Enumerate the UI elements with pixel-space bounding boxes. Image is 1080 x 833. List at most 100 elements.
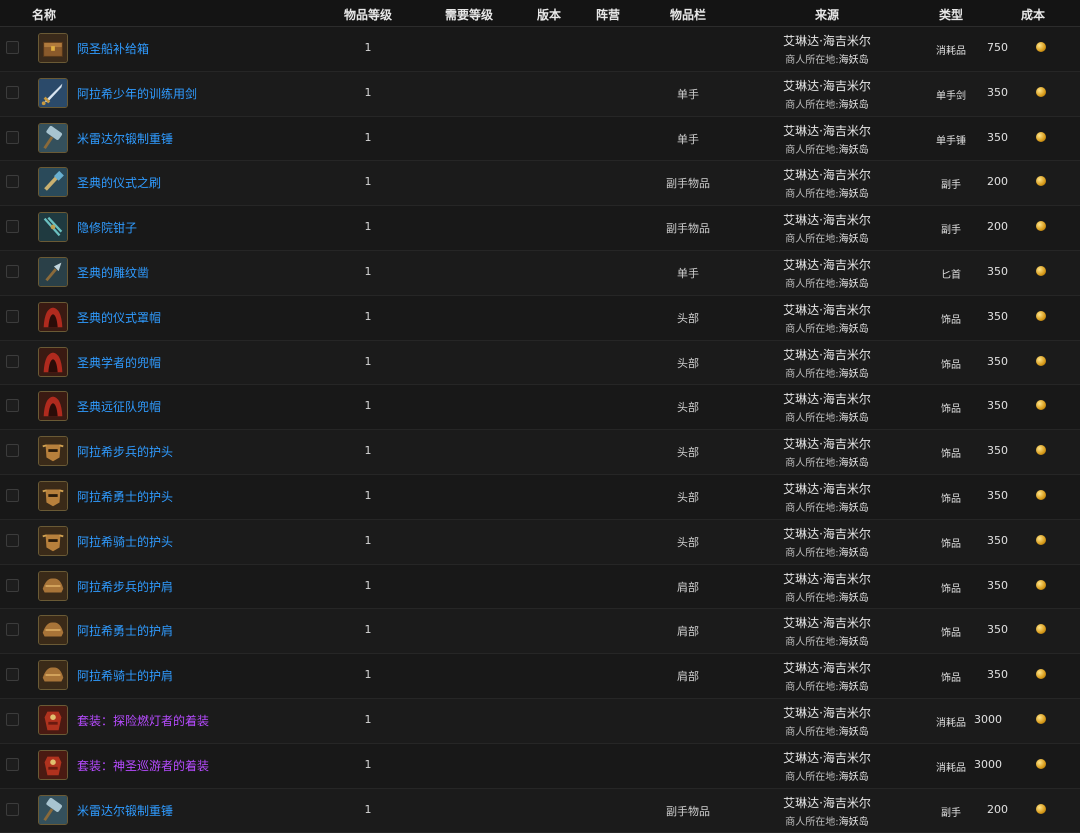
table-row[interactable]: 阿拉希骑士的护肩 1 肩部 艾琳达·海吉米尔 商人所在地:海妖岛 饰品 350: [0, 654, 1080, 699]
row-checkbox[interactable]: [6, 41, 19, 54]
brush-icon[interactable]: [38, 167, 68, 198]
hood-icon[interactable]: [38, 346, 68, 377]
item-name-link[interactable]: 圣典学者的兜帽: [77, 354, 161, 371]
vendor-name-link[interactable]: 艾琳达·海吉米尔: [783, 77, 871, 94]
vendor-name-link[interactable]: 艾琳达·海吉米尔: [783, 211, 871, 228]
vendor-zone-link[interactable]: 海妖岛: [839, 548, 869, 559]
chest-icon[interactable]: [38, 33, 68, 63]
vendor-zone-link[interactable]: 海妖岛: [839, 458, 869, 469]
table-row[interactable]: 阿拉希少年的训练用剑 1 单手 艾琳达·海吉米尔 商人所在地:海妖岛 单手剑 350: [0, 71, 1080, 117]
table-row[interactable]: 阿拉希步兵的护头 1 头部 艾琳达·海吉米尔 商人所在地:海妖岛 饰品 350: [0, 430, 1080, 475]
column-header-cost[interactable]: 成本: [1021, 6, 1045, 23]
vendor-zone-link[interactable]: 海妖岛: [839, 324, 869, 335]
ensemble-icon[interactable]: [38, 749, 68, 780]
table-row[interactable]: 套装：神圣巡游者的着装 1 艾琳达·海吉米尔 商人所在地:海妖岛 消耗品 3000: [0, 743, 1080, 789]
item-name-link[interactable]: 圣典的仪式之刷: [77, 174, 161, 191]
vendor-name-link[interactable]: 艾琳达·海吉米尔: [783, 346, 871, 363]
vendor-zone-link[interactable]: 海妖岛: [839, 234, 869, 245]
row-checkbox[interactable]: [6, 578, 19, 592]
column-header-version[interactable]: 版本: [537, 6, 561, 23]
column-header-faction[interactable]: 阵营: [596, 6, 620, 23]
item-name-link[interactable]: 米雷达尔锻制重锤: [77, 130, 173, 147]
item-name-link[interactable]: 阿拉希骑士的护肩: [77, 667, 173, 684]
table-row[interactable]: 隐修院钳子 1 副手物品 艾琳达·海吉米尔 商人所在地:海妖岛 副手 200: [0, 206, 1080, 251]
vendor-zone-link[interactable]: 海妖岛: [839, 772, 869, 783]
item-name-link[interactable]: 阿拉希步兵的护头: [77, 443, 173, 460]
vendor-zone-link[interactable]: 海妖岛: [839, 189, 869, 200]
vendor-zone-link[interactable]: 海妖岛: [839, 682, 869, 693]
item-name-link[interactable]: 隐修院钳子: [77, 219, 137, 236]
chisel-icon[interactable]: [38, 256, 68, 287]
shoulder-icon[interactable]: [38, 615, 68, 646]
table-row[interactable]: 陨圣船补给箱 1 艾琳达·海吉米尔 商人所在地:海妖岛 消耗品 750: [0, 27, 1080, 72]
item-name-link[interactable]: 阿拉希勇士的护头: [77, 488, 173, 505]
vendor-name-link[interactable]: 艾琳达·海吉米尔: [783, 794, 871, 811]
hood-icon[interactable]: [38, 391, 68, 422]
row-checkbox[interactable]: [6, 220, 19, 234]
vendor-name-link[interactable]: 艾琳达·海吉米尔: [783, 435, 871, 452]
row-checkbox[interactable]: [6, 533, 19, 547]
vendor-name-link[interactable]: 艾琳达·海吉米尔: [783, 122, 871, 139]
row-checkbox[interactable]: [6, 175, 19, 189]
vendor-zone-link[interactable]: 海妖岛: [839, 637, 869, 648]
row-checkbox[interactable]: [6, 668, 19, 682]
row-checkbox[interactable]: [6, 85, 19, 99]
item-name-link[interactable]: 米雷达尔锻制重锤: [77, 802, 173, 819]
helm-icon[interactable]: [38, 436, 68, 467]
vendor-zone-link[interactable]: 海妖岛: [839, 817, 869, 828]
vendor-name-link[interactable]: 艾琳达·海吉米尔: [783, 256, 871, 273]
vendor-zone-link[interactable]: 海妖岛: [839, 727, 869, 738]
vendor-name-link[interactable]: 艾琳达·海吉米尔: [783, 525, 871, 542]
hammer-icon[interactable]: [38, 794, 68, 825]
vendor-zone-link[interactable]: 海妖岛: [839, 55, 869, 66]
item-name-link[interactable]: 圣典远征队兜帽: [77, 398, 161, 415]
table-row[interactable]: 米雷达尔锻制重锤 1 单手 艾琳达·海吉米尔 商人所在地:海妖岛 单手锤 350: [0, 116, 1080, 162]
item-name-link[interactable]: 阿拉希骑士的护头: [77, 533, 173, 550]
item-name-link[interactable]: 阿拉希步兵的护肩: [77, 578, 173, 595]
vendor-name-link[interactable]: 艾琳达·海吉米尔: [783, 32, 871, 49]
shoulder-icon[interactable]: [38, 570, 68, 601]
item-name-link[interactable]: 套装：神圣巡游者的着装: [77, 757, 209, 774]
vendor-name-link[interactable]: 艾琳达·海吉米尔: [783, 704, 871, 721]
row-checkbox[interactable]: [6, 399, 19, 413]
vendor-zone-link[interactable]: 海妖岛: [839, 145, 869, 156]
tongs-icon[interactable]: [38, 212, 68, 243]
row-checkbox[interactable]: [6, 444, 19, 458]
item-name-link[interactable]: 阿拉希少年的训练用剑: [77, 85, 197, 102]
vendor-zone-link[interactable]: 海妖岛: [839, 413, 869, 424]
shoulder-icon[interactable]: [38, 660, 68, 691]
table-row[interactable]: 阿拉希步兵的护肩 1 肩部 艾琳达·海吉米尔 商人所在地:海妖岛 饰品 350: [0, 564, 1080, 610]
vendor-zone-link[interactable]: 海妖岛: [839, 279, 869, 290]
vendor-name-link[interactable]: 艾琳达·海吉米尔: [783, 614, 871, 631]
vendor-name-link[interactable]: 艾琳达·海吉米尔: [783, 659, 871, 676]
row-checkbox[interactable]: [6, 488, 19, 502]
column-header-slot[interactable]: 物品栏: [670, 6, 706, 23]
row-checkbox[interactable]: [6, 623, 19, 637]
vendor-name-link[interactable]: 艾琳达·海吉米尔: [783, 749, 871, 766]
vendor-zone-link[interactable]: 海妖岛: [839, 369, 869, 380]
item-name-link[interactable]: 阿拉希勇士的护肩: [77, 622, 173, 639]
table-row[interactable]: 阿拉希骑士的护头 1 头部 艾琳达·海吉米尔 商人所在地:海妖岛 饰品 350: [0, 519, 1080, 565]
vendor-zone-link[interactable]: 海妖岛: [839, 503, 869, 514]
row-checkbox[interactable]: [6, 712, 19, 726]
table-row[interactable]: 圣典学者的兜帽 1 头部 艾琳达·海吉米尔 商人所在地:海妖岛 饰品 350: [0, 340, 1080, 386]
item-name-link[interactable]: 圣典的仪式罩帽: [77, 309, 161, 326]
row-checkbox[interactable]: [6, 130, 19, 144]
sword-icon[interactable]: [38, 77, 68, 108]
vendor-name-link[interactable]: 艾琳达·海吉米尔: [783, 166, 871, 183]
item-name-link[interactable]: 套装：探险燃灯者的着装: [77, 712, 209, 729]
column-header-required-level[interactable]: 需要等级: [445, 6, 493, 23]
column-header-type[interactable]: 类型: [939, 6, 963, 23]
table-row[interactable]: 圣典的仪式之刷 1 副手物品 艾琳达·海吉米尔 商人所在地:海妖岛 副手 200: [0, 161, 1080, 207]
row-checkbox[interactable]: [6, 757, 19, 771]
vendor-name-link[interactable]: 艾琳达·海吉米尔: [783, 480, 871, 497]
row-checkbox[interactable]: [6, 264, 19, 278]
helm-icon[interactable]: [38, 525, 68, 556]
vendor-zone-link[interactable]: 海妖岛: [839, 593, 869, 604]
table-row[interactable]: 圣典远征队兜帽 1 头部 艾琳达·海吉米尔 商人所在地:海妖岛 饰品 350: [0, 385, 1080, 431]
column-header-item-level[interactable]: 物品等级: [344, 6, 392, 23]
hood-icon[interactable]: [38, 301, 68, 332]
helm-icon[interactable]: [38, 480, 68, 511]
vendor-name-link[interactable]: 艾琳达·海吉米尔: [783, 570, 871, 587]
column-header-source[interactable]: 来源: [815, 6, 839, 23]
